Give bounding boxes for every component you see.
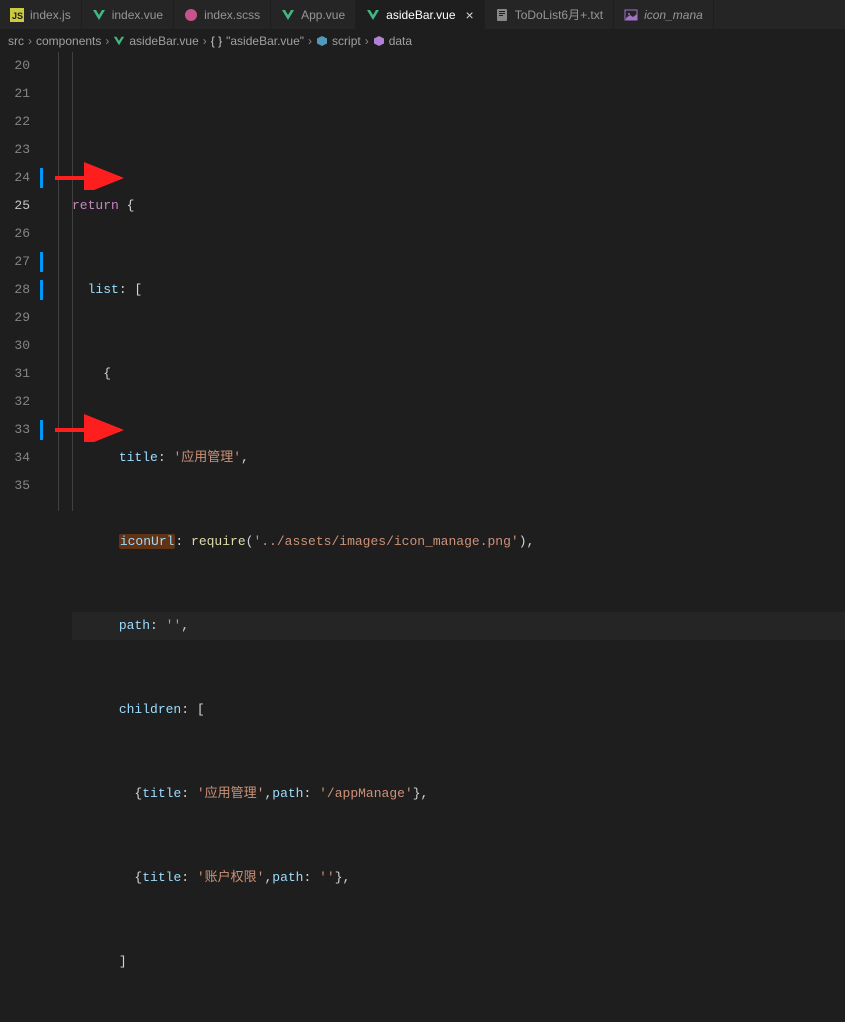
line-number: 24 xyxy=(0,164,30,192)
vue-icon xyxy=(281,8,295,22)
line-number: 33 xyxy=(0,416,30,444)
code-area[interactable]: return { list: [ { title: '应用管理', iconUr… xyxy=(44,52,845,511)
breadcrumb-item[interactable]: asideBar.vue xyxy=(113,34,198,48)
braces-icon: { } xyxy=(211,34,222,48)
tab-icon-mana[interactable]: icon_mana xyxy=(614,0,714,29)
line-number: 20 xyxy=(0,52,30,80)
editor-tabs: JS index.js index.vue index.scss App.vue… xyxy=(0,0,845,30)
js-icon: JS xyxy=(10,8,24,22)
line-marker xyxy=(40,168,43,188)
tab-label: icon_mana xyxy=(644,8,703,22)
line-number: 22 xyxy=(0,108,30,136)
chevron-right-icon: › xyxy=(365,34,369,48)
breadcrumb-item[interactable]: src xyxy=(8,34,24,48)
chevron-right-icon: › xyxy=(203,34,207,48)
code-line: list: [ xyxy=(72,276,845,304)
code-line: return { xyxy=(72,192,845,220)
tab-index-js[interactable]: JS index.js xyxy=(0,0,82,29)
code-line: {title: '账户权限',path: ''}, xyxy=(72,864,845,892)
breadcrumb-item[interactable]: { } "asideBar.vue" xyxy=(211,34,304,48)
line-number-gutter: 20 21 22 23 24 25 26 27 28 29 30 31 32 3… xyxy=(0,52,44,511)
close-icon[interactable]: × xyxy=(466,7,474,23)
line-number: 34 xyxy=(0,444,30,472)
indent-guide xyxy=(58,52,59,511)
tab-label: asideBar.vue xyxy=(386,8,455,22)
code-editor[interactable]: 20 21 22 23 24 25 26 27 28 29 30 31 32 3… xyxy=(0,52,845,511)
tab-todolist-txt[interactable]: ToDoList6月+.txt xyxy=(485,0,614,29)
line-marker xyxy=(40,420,43,440)
code-line: { xyxy=(72,360,845,388)
line-number: 27 xyxy=(0,248,30,276)
breadcrumb-item[interactable]: components xyxy=(36,34,101,48)
line-number: 30 xyxy=(0,332,30,360)
scss-icon xyxy=(184,8,198,22)
annotation-arrow xyxy=(50,160,130,190)
code-line: iconUrl: require('../assets/images/icon_… xyxy=(72,528,845,556)
breadcrumb: src › components › asideBar.vue › { } "a… xyxy=(0,30,845,52)
vue-icon xyxy=(92,8,106,22)
chevron-right-icon: › xyxy=(28,34,32,48)
line-number: 21 xyxy=(0,80,30,108)
breadcrumb-item[interactable]: data xyxy=(373,34,412,48)
tab-app-vue[interactable]: App.vue xyxy=(271,0,356,29)
line-number: 31 xyxy=(0,360,30,388)
code-line: ] xyxy=(72,948,845,976)
svg-text:JS: JS xyxy=(12,11,23,21)
chevron-right-icon: › xyxy=(105,34,109,48)
tab-label: index.scss xyxy=(204,8,260,22)
tab-label: App.vue xyxy=(301,8,345,22)
txt-icon xyxy=(495,8,509,22)
line-number: 23 xyxy=(0,136,30,164)
line-number: 25 xyxy=(0,192,30,220)
line-marker xyxy=(40,252,43,272)
tab-label: ToDoList6月+.txt xyxy=(515,6,603,23)
code-line: title: '应用管理', xyxy=(72,444,845,472)
vue-icon xyxy=(113,35,125,47)
breadcrumb-item[interactable]: script xyxy=(316,34,361,48)
cube-icon xyxy=(373,35,385,47)
tab-label: index.js xyxy=(30,8,71,22)
line-number: 29 xyxy=(0,304,30,332)
tab-asidebar-vue[interactable]: asideBar.vue × xyxy=(356,0,485,29)
line-number: 28 xyxy=(0,276,30,304)
chevron-right-icon: › xyxy=(308,34,312,48)
line-number: 32 xyxy=(0,388,30,416)
tab-label: index.vue xyxy=(112,8,163,22)
line-number: 35 xyxy=(0,472,30,500)
code-line: path: '', xyxy=(72,612,845,640)
vue-icon xyxy=(366,8,380,22)
tab-index-vue[interactable]: index.vue xyxy=(82,0,174,29)
annotation-arrow xyxy=(50,412,130,442)
tab-index-scss[interactable]: index.scss xyxy=(174,0,271,29)
line-marker xyxy=(40,280,43,300)
gutter-markers xyxy=(40,52,43,511)
image-icon xyxy=(624,8,638,22)
cube-icon xyxy=(316,35,328,47)
code-line: {title: '应用管理',path: '/appManage'}, xyxy=(72,780,845,808)
line-number: 26 xyxy=(0,220,30,248)
code-line: children: [ xyxy=(72,696,845,724)
